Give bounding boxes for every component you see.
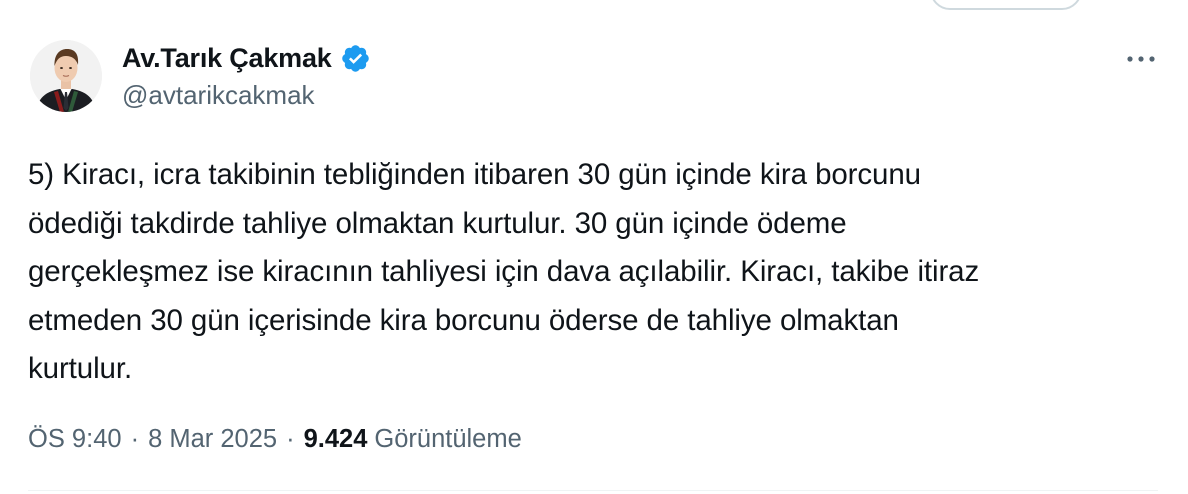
tweet-text: 5) Kiracı, icra takibinin tebliğinden it… xyxy=(28,158,980,385)
meta-separator: · xyxy=(130,424,140,453)
views-count[interactable]: 9.424 xyxy=(304,425,368,454)
tweet-meta: ÖS 9:40 · 8 Mar 2025 · 9.424 Görüntüleme xyxy=(28,419,522,459)
tweet-time[interactable]: ÖS 9:40 xyxy=(28,425,122,454)
meta-separator: · xyxy=(286,424,295,453)
user-avatar-photo-icon xyxy=(30,40,102,112)
top-action-button[interactable] xyxy=(930,0,1082,10)
author-name-row[interactable]: Av.Tarık Çakmak xyxy=(122,40,371,76)
more-dots-icon xyxy=(1127,56,1155,62)
display-name[interactable]: Av.Tarık Çakmak xyxy=(122,43,332,74)
tweet-date[interactable]: 8 Mar 2025 xyxy=(148,425,277,454)
more-horizontal-icon[interactable] xyxy=(1124,46,1158,72)
divider xyxy=(28,490,1158,491)
avatar[interactable] xyxy=(30,40,102,112)
verified-badge-icon xyxy=(341,44,369,72)
author-handle[interactable]: @avtarikcakmak xyxy=(122,80,315,111)
views-label[interactable]: Görüntüleme xyxy=(374,425,521,454)
